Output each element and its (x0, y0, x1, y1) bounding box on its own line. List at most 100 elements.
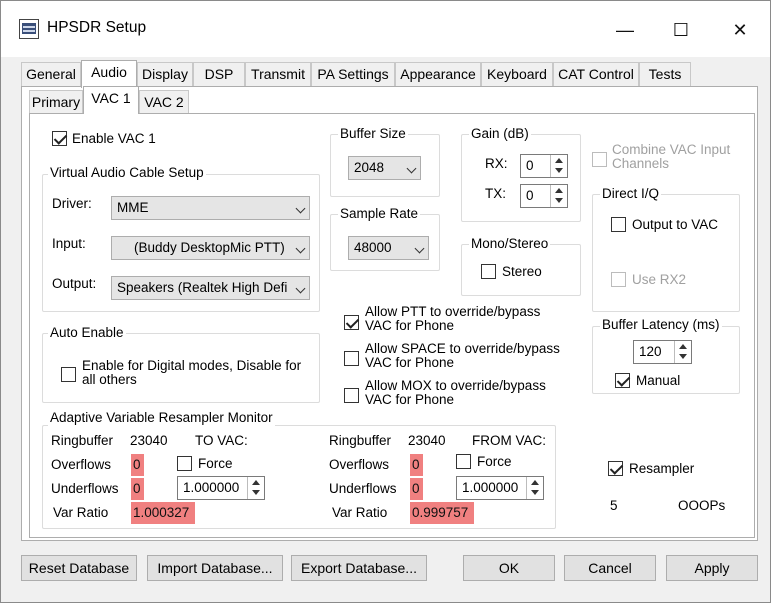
tx-gain-spinner[interactable]: 0 (520, 184, 568, 208)
ok-button[interactable]: OK (463, 555, 555, 581)
to-force-spinner[interactable]: 1.000000 (177, 476, 265, 500)
tab-transmit[interactable]: Transmit (245, 62, 311, 86)
buffer-size-value: 2048 (354, 160, 385, 175)
direct-iq-group (592, 194, 740, 312)
setup-window: HPSDR Setup — ☐ ✕ General Audio Display … (0, 0, 771, 603)
input-select[interactable]: (Buddy DesktopMic PTT) (111, 236, 310, 260)
direct-iq-group-label: Direct I/Q (600, 186, 662, 202)
spinner-arrows-icon[interactable] (674, 341, 691, 363)
subtab-vac2[interactable]: VAC 2 (139, 90, 189, 114)
driver-label: Driver: (52, 196, 92, 211)
use-rx2-checkbox[interactable] (611, 272, 626, 287)
to-overflows-label: Overflows (51, 457, 112, 472)
ptt-override-checkbox[interactable] (344, 315, 359, 330)
subtab-vac1[interactable]: VAC 1 (83, 86, 139, 114)
close-button[interactable]: ✕ (717, 15, 763, 45)
tab-cat-control[interactable]: CAT Control (553, 62, 639, 86)
from-ringbuffer-label: Ringbuffer (329, 433, 392, 448)
input-label: Input: (52, 236, 86, 251)
to-ringbuffer-value: 23040 (130, 433, 168, 448)
from-ringbuffer-value: 23040 (408, 433, 446, 448)
input-select-value: (Buddy DesktopMic PTT) (134, 240, 285, 255)
auto-enable-group-label: Auto Enable (48, 325, 126, 341)
subtab-primary[interactable]: Primary (29, 90, 83, 114)
to-force-checkbox[interactable] (177, 456, 192, 471)
output-select-value: Speakers (Realtek High Defi (117, 280, 288, 295)
from-force-checkbox[interactable] (456, 454, 471, 469)
chevron-down-icon (406, 163, 417, 174)
rx-gain-label: RX: (485, 156, 508, 171)
enable-vac1-checkbox[interactable] (52, 131, 67, 146)
tab-keyboard[interactable]: Keyboard (481, 62, 553, 86)
sample-rate-value: 48000 (354, 240, 392, 255)
spinner-arrows-icon[interactable] (526, 477, 543, 499)
to-ringbuffer-label: Ringbuffer (51, 433, 114, 448)
tab-audio[interactable]: Audio (81, 60, 137, 88)
tab-appearance[interactable]: Appearance (395, 62, 481, 86)
tab-display[interactable]: Display (137, 62, 193, 86)
auto-enable-label: Enable for Digital modes, Disable for al… (82, 358, 302, 387)
resampler-checkbox[interactable] (608, 461, 623, 476)
export-database-button[interactable]: Export Database... (291, 555, 427, 581)
auto-enable-checkbox[interactable] (61, 367, 76, 382)
driver-select[interactable]: MME (111, 196, 310, 220)
vac1-panel: Enable VAC 1 Virtual Audio Cable Setup D… (29, 113, 755, 538)
app-icon (19, 19, 39, 39)
combine-vac-checkbox[interactable] (592, 152, 607, 167)
tab-pa-settings[interactable]: PA Settings (311, 62, 395, 86)
to-underflows-label: Underflows (51, 481, 119, 496)
from-force-label: Force (477, 454, 512, 469)
manual-checkbox[interactable] (615, 373, 630, 388)
spinner-arrows-icon[interactable] (247, 477, 264, 499)
rx-gain-value: 0 (526, 158, 534, 173)
vac-setup-group-label: Virtual Audio Cable Setup (48, 165, 206, 181)
maximize-button[interactable]: ☐ (658, 15, 704, 45)
output-to-vac-checkbox[interactable] (611, 217, 626, 232)
sample-rate-select[interactable]: 48000 (348, 236, 429, 260)
buffer-latency-spinner[interactable]: 120 (633, 340, 692, 364)
import-database-button[interactable]: Import Database... (147, 555, 283, 581)
output-select[interactable]: Speakers (Realtek High Defi (111, 276, 310, 300)
to-force-value: 1.000000 (183, 480, 240, 495)
sample-rate-group-label: Sample Rate (338, 206, 421, 222)
reset-database-button[interactable]: Reset Database (21, 555, 137, 581)
to-varratio-label: Var Ratio (53, 505, 109, 520)
from-overflows-value: 0 (410, 454, 423, 476)
combine-vac-label: Combine VAC Input Channels (612, 142, 731, 171)
ooops-count: 5 (610, 498, 618, 513)
tab-tests[interactable]: Tests (639, 62, 691, 86)
mox-override-label: Allow MOX to override/bypass VAC for Pho… (365, 378, 546, 407)
from-vac-label: FROM VAC: (472, 433, 546, 448)
mox-override-checkbox[interactable] (344, 388, 359, 403)
buffer-size-select[interactable]: 2048 (348, 156, 421, 180)
ptt-override-label: Allow PTT to override/bypass VAC for Pho… (365, 304, 541, 333)
minimize-button[interactable]: — (602, 15, 648, 45)
cancel-button[interactable]: Cancel (564, 555, 656, 581)
from-force-spinner[interactable]: 1.000000 (456, 476, 544, 500)
gain-group (461, 134, 581, 222)
to-force-label: Force (198, 456, 233, 471)
from-force-value: 1.000000 (462, 480, 519, 495)
spinner-arrows-icon[interactable] (550, 185, 567, 207)
mono-stereo-group-label: Mono/Stereo (469, 236, 551, 252)
spinner-arrows-icon[interactable] (550, 155, 567, 177)
apply-button[interactable]: Apply (666, 555, 758, 581)
buffer-latency-value: 120 (639, 344, 662, 359)
buffer-size-group-label: Buffer Size (338, 126, 408, 142)
title-bar: HPSDR Setup — ☐ ✕ (1, 1, 770, 57)
to-underflows-value: 0 (131, 478, 144, 500)
tab-general[interactable]: General (21, 62, 81, 86)
driver-select-value: MME (117, 200, 149, 215)
enable-vac1-label: Enable VAC 1 (72, 131, 156, 146)
rx-gain-spinner[interactable]: 0 (520, 154, 568, 178)
tab-dsp[interactable]: DSP (193, 62, 245, 86)
chevron-down-icon (295, 203, 306, 214)
stereo-checkbox[interactable] (481, 264, 496, 279)
use-rx2-label: Use RX2 (632, 272, 687, 287)
manual-label: Manual (636, 373, 681, 388)
space-override-checkbox[interactable] (344, 351, 359, 366)
chevron-down-icon (414, 243, 425, 254)
from-varratio-value: 0.999757 (410, 502, 474, 524)
from-underflows-value: 0 (410, 478, 423, 500)
resampler-label: Resampler (629, 461, 695, 476)
